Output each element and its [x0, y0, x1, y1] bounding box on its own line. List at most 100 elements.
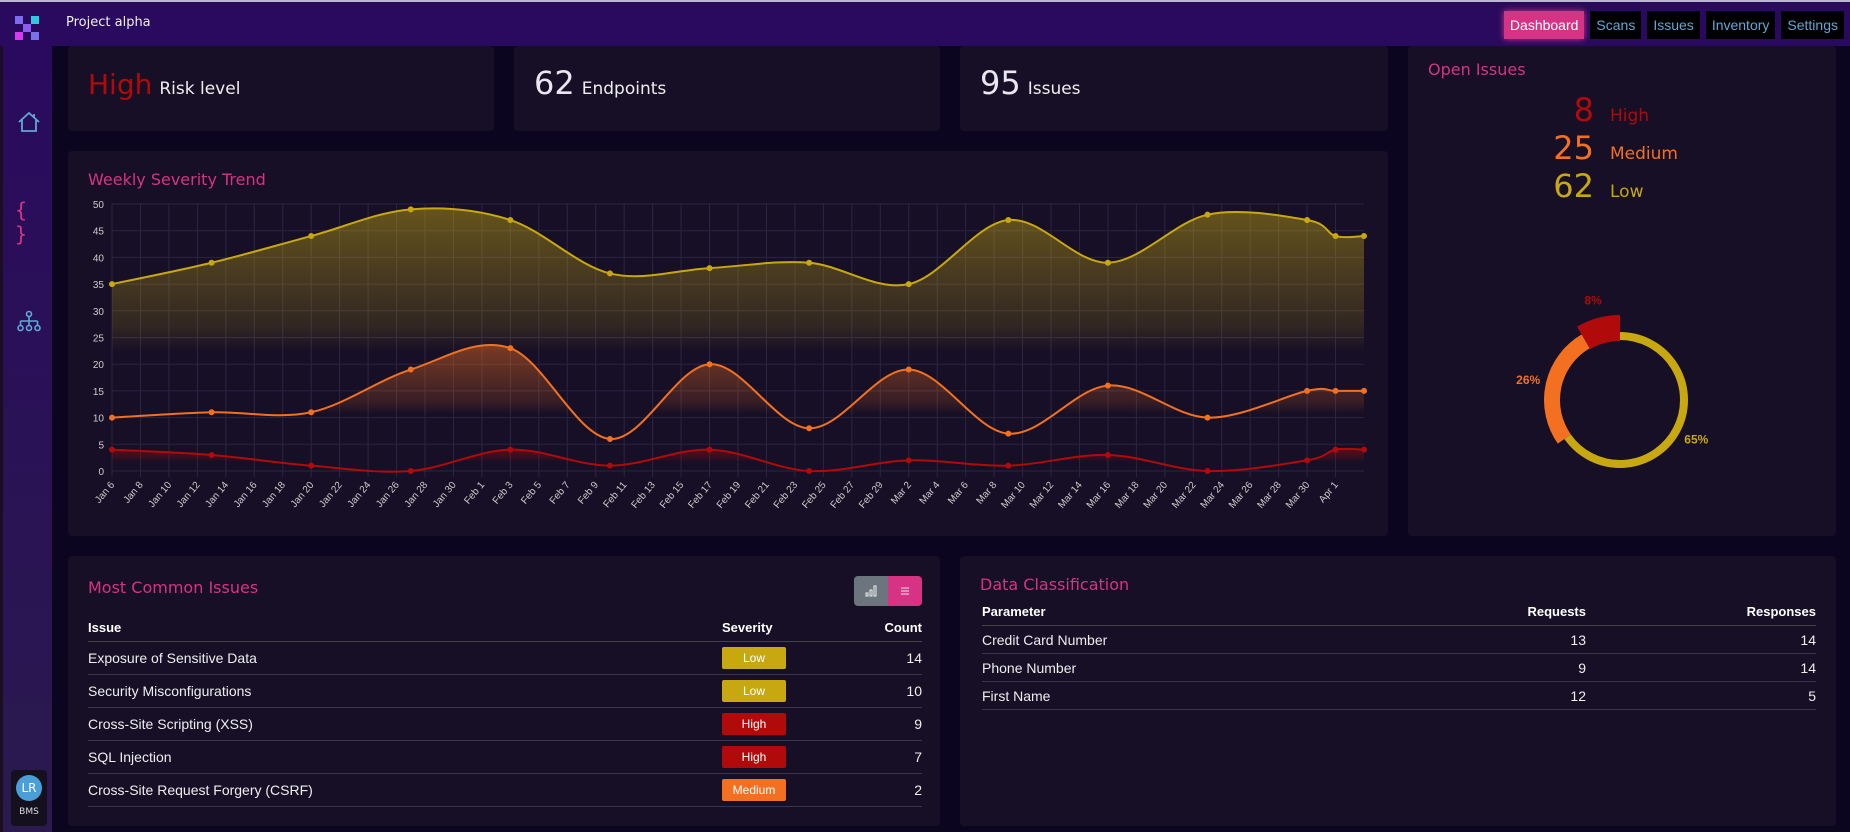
column-header-requests[interactable]: Requests: [1386, 604, 1586, 626]
data-point-low[interactable]: [1304, 217, 1311, 224]
high-label: High: [1610, 106, 1650, 126]
data-point-medium[interactable]: [706, 361, 713, 368]
table-row[interactable]: First Name 12 5: [982, 681, 1816, 710]
column-header-parameter[interactable]: Parameter: [982, 604, 1386, 626]
data-point-medium[interactable]: [208, 409, 215, 416]
data-point-high[interactable]: [407, 468, 414, 474]
x-tick-label: Jan 10: [146, 480, 174, 510]
data-point-medium[interactable]: [407, 366, 414, 373]
x-tick-label: Apr 1: [1317, 480, 1341, 506]
column-header-issue[interactable]: Issue: [88, 620, 722, 642]
data-point-medium[interactable]: [1005, 430, 1012, 437]
data-point-low[interactable]: [706, 265, 713, 272]
data-point-low[interactable]: [1332, 233, 1339, 240]
user-org-label: BMS: [19, 807, 39, 817]
data-point-high[interactable]: [208, 451, 215, 458]
bar-chart-icon: [865, 585, 877, 597]
data-point-high[interactable]: [507, 446, 514, 453]
data-point-medium[interactable]: [905, 366, 912, 373]
data-point-high[interactable]: [606, 462, 613, 469]
data-point-high[interactable]: [1005, 462, 1012, 469]
nav-tab-scans[interactable]: Scans: [1590, 11, 1642, 39]
data-point-medium[interactable]: [1304, 387, 1311, 394]
nav-tab-issues[interactable]: Issues: [1647, 11, 1700, 39]
data-point-low[interactable]: [507, 217, 514, 224]
nav-tab-settings[interactable]: Settings: [1781, 11, 1844, 39]
data-point-low[interactable]: [905, 281, 912, 288]
nav-tab-inventory[interactable]: Inventory: [1705, 11, 1776, 39]
x-tick-label: Feb 3: [491, 480, 516, 507]
severity-cell: Low: [722, 641, 822, 675]
data-point-medium[interactable]: [109, 414, 115, 421]
x-tick-label: Feb 27: [829, 480, 858, 511]
data-point-low[interactable]: [606, 270, 613, 277]
data-point-medium[interactable]: [308, 409, 315, 416]
data-point-high[interactable]: [1304, 457, 1311, 464]
sidebar-item-api[interactable]: { }: [15, 198, 43, 246]
table-row[interactable]: Exposure of Sensitive Data Low 14: [88, 641, 922, 675]
x-tick-label: Jan 6: [93, 480, 117, 506]
data-point-medium[interactable]: [1204, 414, 1211, 421]
data-point-high[interactable]: [1361, 446, 1367, 453]
requests-count: 13: [1386, 625, 1586, 654]
data-point-low[interactable]: [1204, 211, 1211, 218]
data-point-low[interactable]: [208, 259, 215, 266]
column-header-severity[interactable]: Severity: [722, 620, 822, 642]
data-point-low[interactable]: [806, 259, 813, 266]
table-row[interactable]: Credit Card Number 13 14: [982, 625, 1816, 654]
table-row[interactable]: Phone Number 9 14: [982, 653, 1816, 682]
table-row[interactable]: SQL Injection High 7: [88, 740, 922, 774]
sidebar-item-inventory[interactable]: [15, 308, 43, 336]
y-tick-label: 5: [98, 440, 104, 451]
x-tick-label: Feb 15: [658, 480, 687, 511]
data-point-low[interactable]: [109, 281, 115, 288]
x-tick-label: Feb 21: [743, 480, 772, 511]
donut-slice-high[interactable]: [1577, 315, 1621, 350]
x-tick-label: Mar 24: [1199, 480, 1228, 511]
data-point-medium[interactable]: [1332, 387, 1339, 394]
data-classification-title: Data Classification: [980, 575, 1130, 594]
severity-badge: High: [722, 746, 786, 768]
data-point-high[interactable]: [109, 446, 115, 453]
data-point-low[interactable]: [1104, 259, 1111, 266]
user-menu[interactable]: LR BMS: [11, 770, 47, 826]
data-point-high[interactable]: [1104, 451, 1111, 458]
data-point-high[interactable]: [308, 462, 315, 469]
data-point-medium[interactable]: [606, 435, 613, 442]
app-title: Project alpha: [66, 15, 151, 30]
data-point-high[interactable]: [706, 446, 713, 453]
column-header-responses[interactable]: Responses: [1586, 604, 1816, 626]
avatar[interactable]: LR: [16, 775, 42, 801]
risk-level-value: High: [88, 68, 153, 101]
donut-slice-medium[interactable]: [1544, 334, 1590, 444]
table-row[interactable]: Cross-Site Request Forgery (CSRF) Medium…: [88, 773, 922, 807]
data-point-low[interactable]: [1005, 217, 1012, 224]
data-point-medium[interactable]: [806, 425, 813, 432]
data-point-low[interactable]: [1361, 233, 1367, 240]
y-tick-label: 20: [93, 360, 105, 371]
data-point-medium[interactable]: [1104, 382, 1111, 389]
chart-view-button[interactable]: [854, 576, 888, 606]
table-view-button[interactable]: [888, 576, 922, 606]
x-tick-label: Jan 16: [232, 480, 260, 510]
data-point-high[interactable]: [905, 457, 912, 464]
column-header-count[interactable]: Count: [822, 620, 922, 642]
x-tick-label: Jan 22: [317, 480, 345, 510]
data-point-high[interactable]: [1204, 468, 1211, 474]
table-row[interactable]: Security Misconfigurations Low 10: [88, 674, 922, 708]
app-logo-icon[interactable]: [15, 16, 39, 40]
parameter-name: Credit Card Number: [982, 625, 1386, 654]
x-tick-label: Mar 26: [1227, 480, 1256, 511]
data-point-high[interactable]: [1332, 446, 1339, 453]
donut-slice-low[interactable]: [1564, 332, 1688, 468]
sidebar-item-home[interactable]: [15, 108, 43, 136]
table-row[interactable]: Cross-Site Scripting (XSS) High 9: [88, 707, 922, 741]
data-point-low[interactable]: [407, 206, 414, 213]
high-count: 8: [1573, 91, 1594, 129]
data-point-low[interactable]: [308, 233, 315, 240]
data-point-medium[interactable]: [1361, 387, 1367, 394]
x-tick-label: Jan 8: [122, 480, 146, 506]
data-point-medium[interactable]: [507, 345, 514, 352]
nav-tab-dashboard[interactable]: Dashboard: [1503, 11, 1585, 39]
data-point-high[interactable]: [806, 468, 813, 474]
